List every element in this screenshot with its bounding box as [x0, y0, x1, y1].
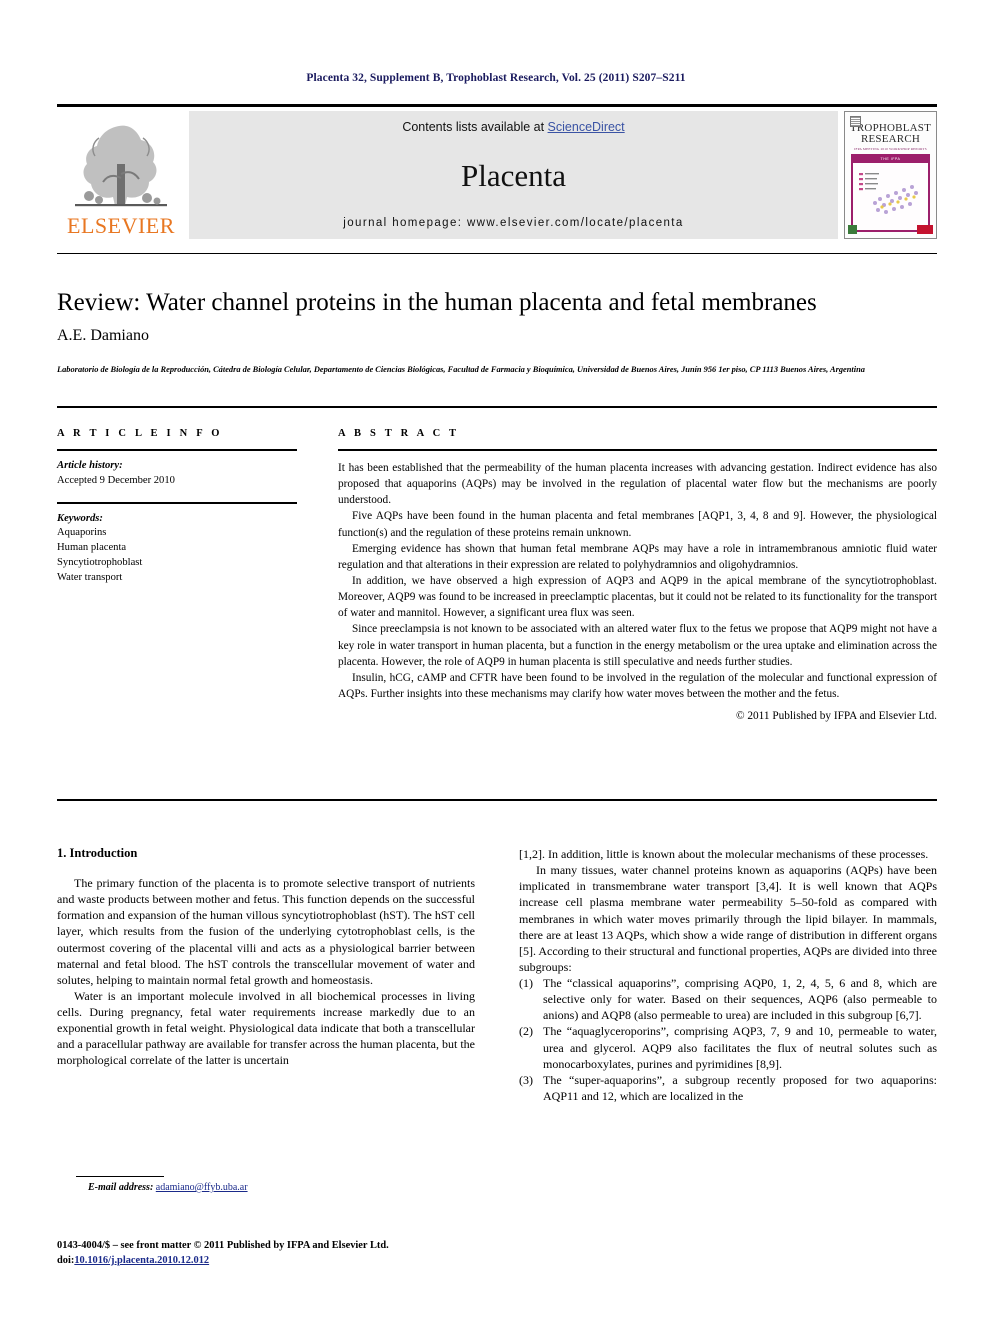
- body-paragraph: The primary function of the placenta is …: [57, 876, 475, 987]
- running-head: Placenta 32, Supplement B, Trophoblast R…: [306, 72, 686, 84]
- body-paragraph-continuation: [1,2]. In addition, little is known abou…: [519, 847, 929, 861]
- keywords-block: Keywords: Aquaporins Human placenta Sync…: [57, 512, 297, 586]
- contents-line: Contents lists available at ScienceDirec…: [402, 120, 624, 134]
- cover-corner-mark: [850, 116, 861, 127]
- introduction-text-right: [1,2]. In addition, little is known abou…: [519, 846, 937, 975]
- keyword-item: Human placenta: [57, 542, 127, 554]
- abstract-heading: A B S T R A C T: [338, 428, 460, 439]
- abstract-paragraph: Since preeclampsia is not known to be as…: [338, 623, 937, 668]
- abstract-copyright: © 2011 Published by IFPA and Elsevier Lt…: [735, 710, 937, 723]
- elsevier-wordmark: ELSEVIER: [67, 213, 175, 238]
- article-info-column: A R T I C L E I N F O Article history: A…: [57, 428, 297, 586]
- footer-copyright: 0143-4004/$ – see front matter © 2011 Pu…: [57, 1240, 389, 1251]
- abstract-paragraph: In addition, we have observed a high exp…: [338, 574, 937, 620]
- footnote-label: E-mail address:: [88, 1182, 154, 1193]
- journal-homepage[interactable]: journal homepage: www.elsevier.com/locat…: [343, 217, 683, 229]
- cover-subtitle: IFPA MEETING 2010 WORKSHOP REPORTS: [854, 147, 927, 151]
- abstract-body: It has been established that the permeab…: [338, 460, 937, 724]
- list-item: (2) The “aquaglyceroporins”, comprising …: [519, 1023, 937, 1071]
- article-info-heading: A R T I C L E I N F O: [57, 428, 223, 439]
- article-history-value: Accepted 9 December 2010: [57, 474, 175, 486]
- abstract-paragraph: Emerging evidence has shown that human f…: [338, 542, 937, 571]
- journal-masthead: ELSEVIER Contents lists available at Sci…: [57, 104, 937, 240]
- elsevier-tree-icon: [69, 118, 173, 214]
- cover-logo-left-icon: [848, 224, 857, 234]
- body-paragraph: Water is an important molecule involved …: [57, 988, 475, 1068]
- list-item-text: The “classical aquaporins”, comprising A…: [543, 976, 937, 1023]
- abstract-divider: [338, 449, 937, 451]
- cover-scatter-graphic: [859, 173, 918, 214]
- article-history: Article history: Accepted 9 December 201…: [57, 459, 297, 489]
- abstract-paragraph: It has been established that the permeab…: [338, 462, 937, 507]
- body-column-right: [1,2]. In addition, little is known abou…: [519, 846, 937, 1104]
- footer-doi: doi:10.1016/j.placenta.2010.12.012: [57, 1253, 389, 1268]
- journal-article-page: Placenta 32, Supplement B, Trophoblast R…: [0, 0, 992, 1323]
- list-item-text: The “aquaglyceroporins”, comprising AQP3…: [543, 1024, 937, 1071]
- footnote-divider: [76, 1176, 164, 1177]
- footnote-email: E-mail address: adamiano@ffyb.uba.ar: [88, 1182, 248, 1193]
- abstract-top-divider: [57, 406, 937, 408]
- aqp-subgroup-list: (1) The “classical aquaporins”, comprisi…: [519, 975, 937, 1104]
- abstract-bottom-divider: [57, 799, 937, 801]
- doi-label: doi:: [57, 1255, 75, 1267]
- body-column-left: 1. Introduction The primary function of …: [57, 846, 475, 1069]
- affiliation: Laboratorio de Biología de la Reproducci…: [57, 365, 865, 374]
- list-item: (3) The “super-aquaporins”, a subgroup r…: [519, 1072, 937, 1104]
- section-heading-introduction: 1. Introduction: [57, 846, 138, 860]
- article-info-divider-2: [57, 501, 297, 504]
- journal-banner: Contents lists available at ScienceDirec…: [189, 111, 838, 239]
- elsevier-logo: ELSEVIER: [57, 111, 185, 239]
- abstract-column: A B S T R A C T It has been established …: [338, 428, 937, 724]
- list-marker: (3): [519, 1072, 533, 1087]
- title-divider: [57, 253, 937, 254]
- cover-figure-bar: THE IFPA: [853, 156, 928, 163]
- list-marker: (2): [519, 1024, 533, 1039]
- cover-footer-logos: [845, 222, 936, 236]
- doi-link[interactable]: 10.1016/j.placenta.2010.12.012: [74, 1255, 209, 1266]
- cover-title-line2: RESEARCH: [860, 133, 921, 145]
- journal-cover-thumbnail[interactable]: TROPHOBLAST RESEARCH IFPA MEETING 2010 W…: [844, 111, 937, 239]
- keywords-label: Keywords:: [57, 512, 103, 524]
- contents-prefix: Contents lists available at: [402, 120, 548, 134]
- list-item: (1) The “classical aquaporins”, comprisi…: [519, 975, 937, 1023]
- list-item-text: The “super-aquaporins”, a subgroup recen…: [543, 1072, 937, 1103]
- list-marker: (1): [519, 976, 533, 990]
- keyword-item: Aquaporins: [57, 527, 107, 539]
- introduction-text-left: The primary function of the placenta is …: [57, 875, 475, 1069]
- abstract-paragraph: Five AQPs have been found in the human p…: [338, 510, 937, 539]
- page-footer: 0143-4004/$ – see front matter © 2011 Pu…: [57, 1238, 389, 1268]
- email-link[interactable]: adamiano@ffyb.uba.ar: [156, 1182, 248, 1193]
- page-title: Review: Water channel proteins in the hu…: [57, 289, 817, 316]
- abstract-paragraph: Insulin, hCG, cAMP and CFTR have been fo…: [338, 671, 937, 700]
- body-paragraph: In many tissues, water channel proteins …: [519, 863, 937, 974]
- author-list: A.E. Damiano: [57, 327, 149, 344]
- keyword-item: Water transport: [57, 571, 123, 583]
- article-history-label: Article history:: [57, 460, 123, 471]
- journal-title: Placenta: [460, 158, 566, 193]
- cover-figure-caption: THE IFPA: [880, 157, 901, 161]
- sciencedirect-link[interactable]: ScienceDirect: [548, 120, 625, 134]
- cover-logo-right-icon: [917, 224, 933, 234]
- article-info-divider-1: [57, 449, 297, 451]
- keyword-item: Syncytiotrophoblast: [57, 557, 143, 569]
- cover-figure: THE IFPA: [851, 154, 930, 232]
